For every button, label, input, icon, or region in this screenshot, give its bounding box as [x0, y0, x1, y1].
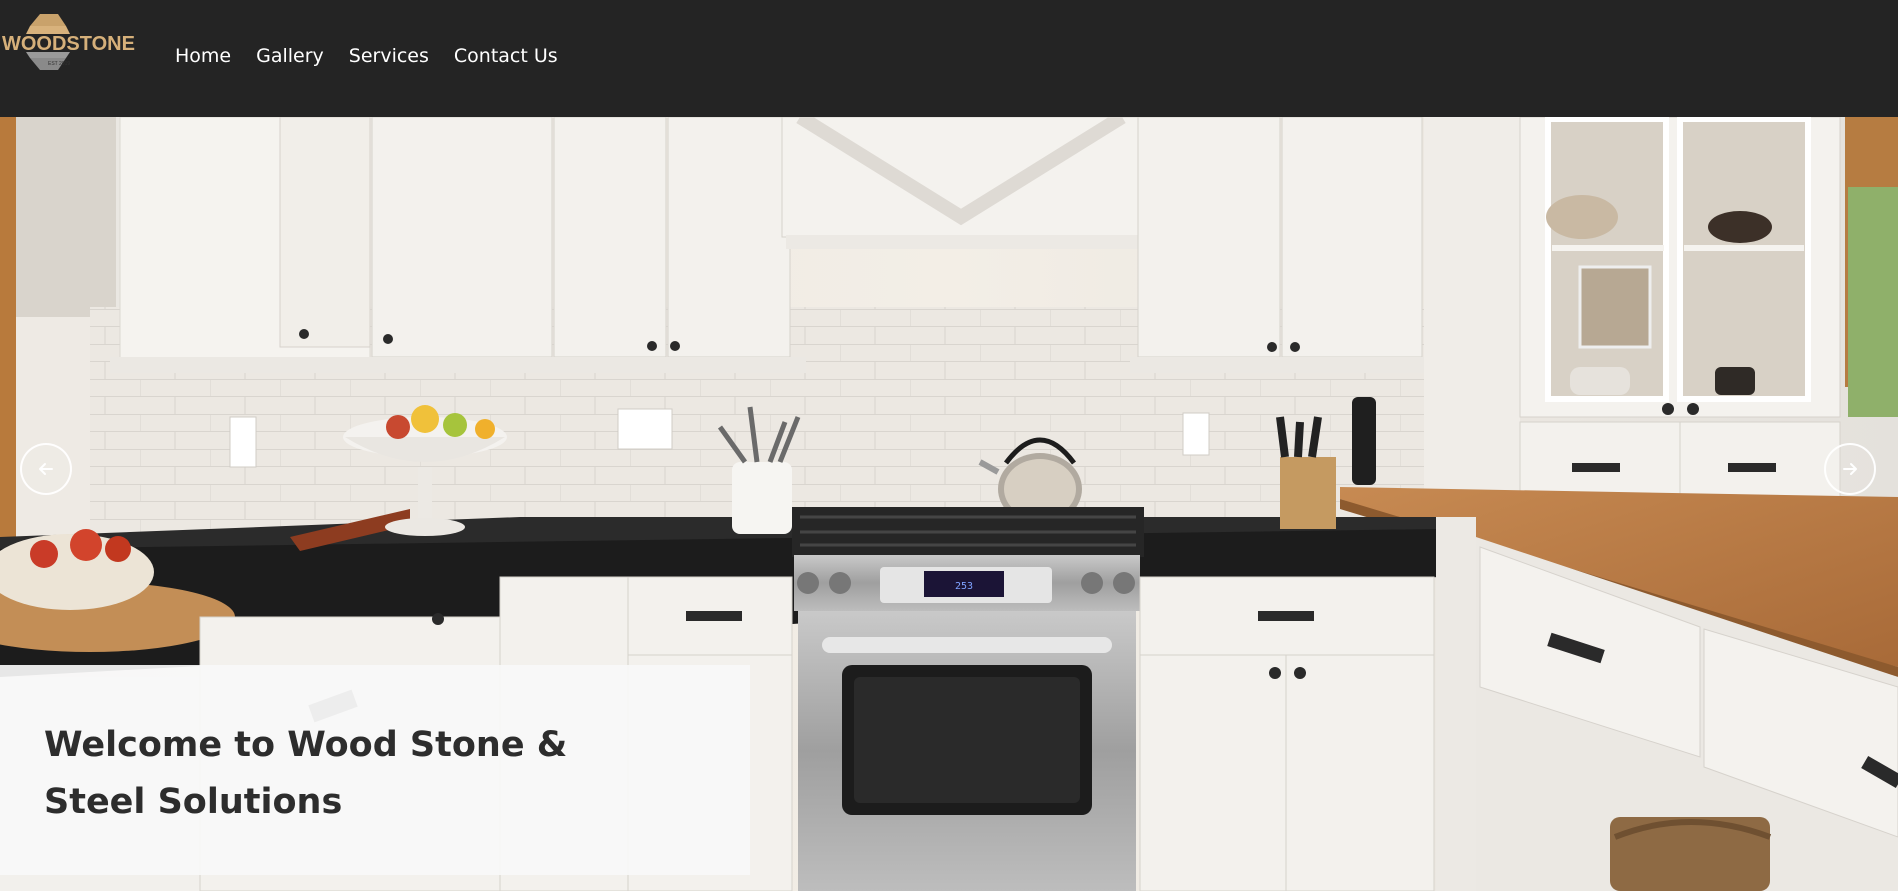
nav-gallery[interactable]: Gallery	[256, 44, 324, 68]
main-nav: Home Gallery Services Contact Us	[175, 44, 558, 68]
woodstone-logo[interactable]: WOODSTONE EST 2019	[0, 12, 140, 90]
arrow-left-icon	[39, 463, 53, 475]
arrow-right-icon	[1843, 463, 1857, 475]
hero-caption: Welcome to Wood Stone & Steel Solutions	[0, 665, 750, 875]
carousel-prev-button[interactable]	[20, 443, 72, 495]
nav-contact-us[interactable]: Contact Us	[454, 44, 558, 68]
nav-services[interactable]: Services	[349, 44, 429, 68]
carousel-next-button[interactable]	[1824, 443, 1876, 495]
hero-carousel: 253 Welcome to Wood Stone & Steel Soluti…	[0, 117, 1898, 891]
site-header: WOODSTONE EST 2019 Home Gallery Services…	[0, 0, 1898, 117]
svg-text:EST 2019: EST 2019	[48, 61, 70, 67]
svg-text:WOODSTONE: WOODSTONE	[2, 33, 135, 55]
svg-text:253: 253	[955, 581, 973, 592]
nav-home[interactable]: Home	[175, 44, 231, 68]
hero-heading: Welcome to Wood Stone & Steel Solutions	[44, 725, 568, 822]
